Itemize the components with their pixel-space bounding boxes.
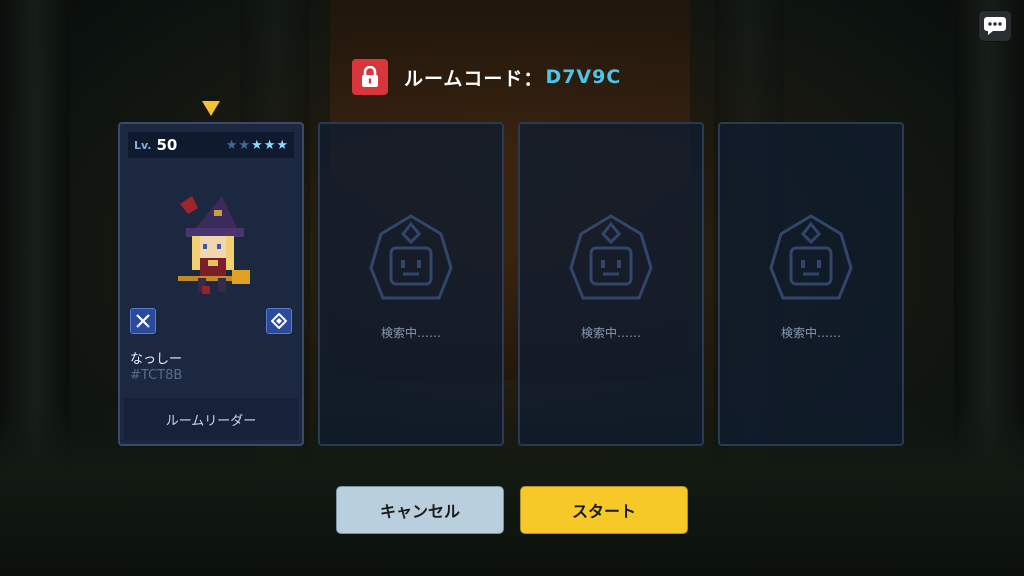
level-prefix: Lv. (134, 138, 152, 152)
searching-status: 検索中…… (580, 326, 641, 340)
chat-bubble-icon (984, 17, 1006, 35)
player-slot-1[interactable]: Lv. 50 ★ ★ ★ ★ ★ なっしー #TCT8B ルームリーダー (118, 122, 304, 446)
swords-icon (130, 308, 156, 334)
room-code-label: ルームコード： (404, 67, 544, 90)
player-slot-2: 検索中…… (318, 122, 504, 446)
star-icon: ★ (251, 137, 263, 153)
chat-button[interactable] (978, 10, 1012, 42)
player-slot-3: 検索中…… (518, 122, 704, 446)
robot-placeholder-icon (569, 214, 653, 300)
robot-placeholder-icon (769, 214, 853, 300)
room-code-value: D7V9C (545, 66, 622, 88)
level-bar: Lv. 50 ★ ★ ★ ★ ★ (128, 132, 294, 158)
player-tag: #TCT8B (130, 368, 183, 383)
room-header: ルームコード： D7V9C (352, 58, 621, 96)
player-name: なっしー (130, 352, 183, 367)
level-value: 50 (156, 136, 178, 154)
star-icon: ★ (263, 137, 276, 153)
searching-status: 検索中…… (380, 326, 441, 340)
searching-status: 検索中…… (780, 326, 841, 340)
player-slot-4: 検索中…… (718, 122, 904, 446)
diamond-emblem-icon (266, 308, 292, 334)
star-icon: ★ (225, 137, 238, 153)
cancel-button[interactable]: キャンセル (336, 486, 504, 534)
star-rating: ★ ★ ★ ★ ★ (226, 138, 288, 153)
room-leader-label: ルームリーダー (124, 398, 298, 440)
character-portrait (178, 196, 250, 294)
lock-icon (352, 59, 388, 95)
selected-slot-indicator (202, 101, 220, 116)
star-icon: ★ (238, 137, 251, 153)
start-button[interactable]: スタート (520, 486, 688, 534)
robot-placeholder-icon (369, 214, 453, 300)
star-icon: ★ (276, 137, 288, 153)
